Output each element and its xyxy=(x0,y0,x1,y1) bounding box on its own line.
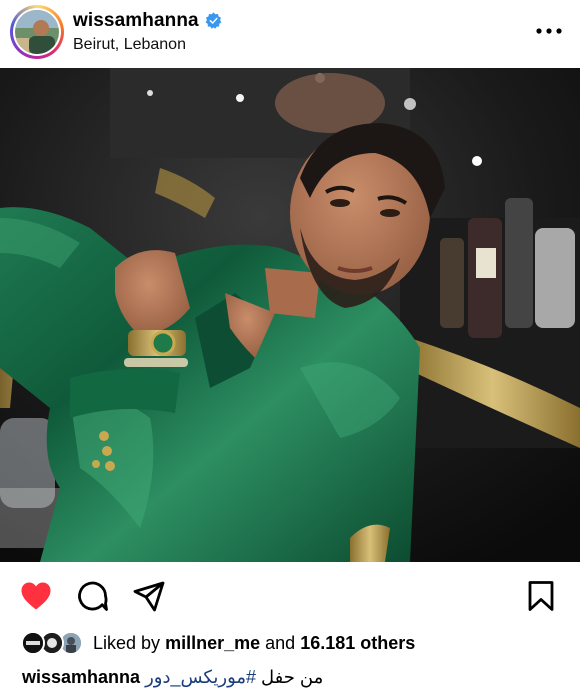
likes-row: Liked by millner_me and 16.181 others xyxy=(0,630,580,658)
post-username[interactable]: wissamhanna xyxy=(73,10,199,32)
more-options-icon[interactable] xyxy=(532,18,566,44)
likes-prefix: Liked by xyxy=(93,633,161,653)
bookmark-icon[interactable] xyxy=(524,579,558,613)
likes-others[interactable]: 16.181 others xyxy=(300,633,415,653)
post-actions xyxy=(0,562,580,628)
avatar[interactable] xyxy=(15,10,59,54)
liker-username[interactable]: millner_me xyxy=(165,633,260,653)
likes-summary[interactable]: Liked by millner_me and 16.181 others xyxy=(93,633,415,654)
verified-badge-icon xyxy=(205,12,222,29)
send-icon[interactable] xyxy=(132,579,166,613)
post-caption: wissamhanna من حفل #موريكس_دور xyxy=(22,667,323,688)
post-photo[interactable] xyxy=(0,68,580,562)
heart-icon[interactable] xyxy=(19,579,53,613)
caption-text: من حفل xyxy=(261,667,324,687)
post-location[interactable]: Beirut, Lebanon xyxy=(73,36,186,54)
comment-icon[interactable] xyxy=(76,579,110,613)
caption-hashtag[interactable]: #موريكس_دور xyxy=(145,667,256,687)
story-ring[interactable] xyxy=(10,5,64,59)
post-image xyxy=(0,68,580,562)
post-header: wissamhanna Beirut, Lebanon xyxy=(0,0,580,68)
caption-username[interactable]: wissamhanna xyxy=(22,667,140,687)
liker-avatar[interactable] xyxy=(21,631,45,655)
likes-connector: and xyxy=(265,633,296,653)
